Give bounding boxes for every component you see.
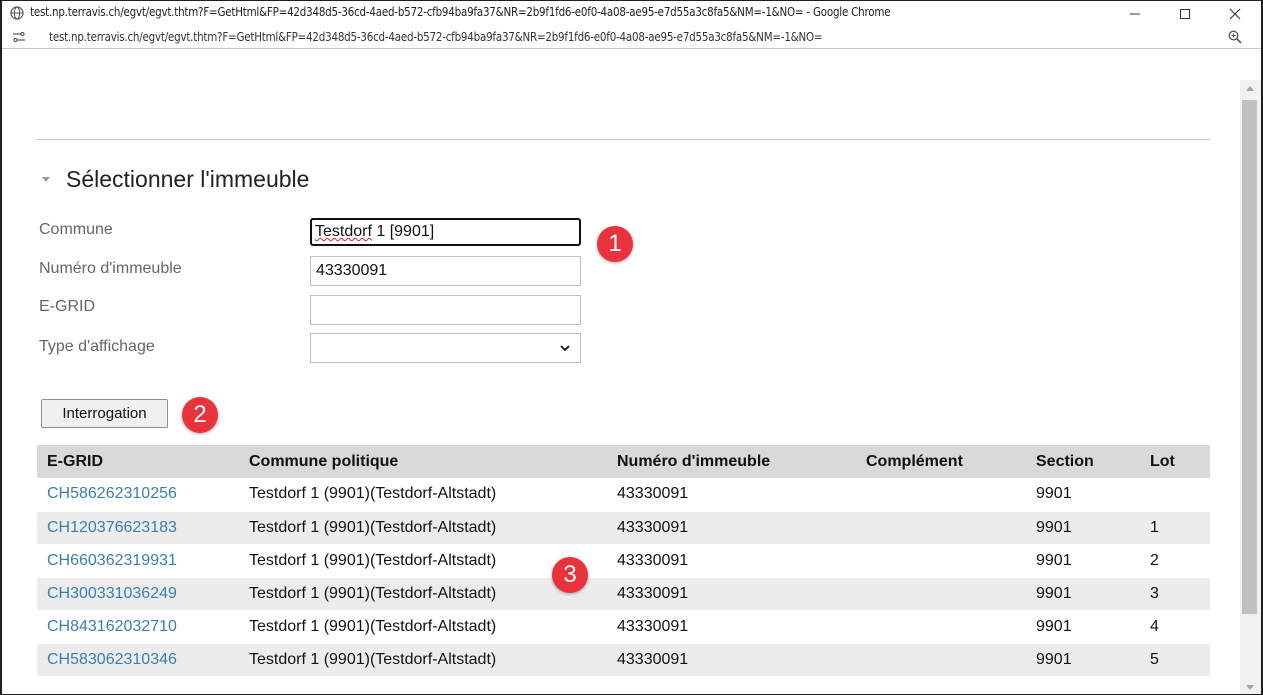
- numero-input[interactable]: 43330091: [310, 256, 581, 286]
- type-select[interactable]: [310, 333, 581, 363]
- site-settings-icon[interactable]: [12, 31, 26, 43]
- scroll-down-icon[interactable]: [1246, 685, 1254, 690]
- table-row[interactable]: CH583062310346 Testdorf 1 (9901)(Testdor…: [37, 643, 1210, 677]
- cell-numero: 43330091: [607, 544, 856, 578]
- section-title: Sélectionner l'immeuble: [66, 166, 310, 192]
- chevron-down-icon: [560, 345, 570, 352]
- egrid-input[interactable]: [310, 295, 581, 325]
- cell-commune: Testdorf 1 (9901)(Testdorf-Altstadt): [239, 511, 607, 545]
- interrogation-button[interactable]: Interrogation: [41, 399, 168, 428]
- commune-value-word: Testdorf: [315, 223, 372, 240]
- table-row[interactable]: CH843162032710 Testdorf 1 (9901)(Testdor…: [37, 610, 1210, 644]
- header-egrid[interactable]: E-GRID: [37, 445, 239, 478]
- page-content: Sélectionner l'immeuble Commune Testdorf…: [2, 80, 1240, 694]
- window-title: test.np.terravis.ch/egvt/egvt.thtm?F=Get…: [30, 5, 891, 19]
- cell-complement: [856, 610, 1026, 644]
- cell-numero: 43330091: [607, 511, 856, 545]
- header-section[interactable]: Section: [1026, 445, 1140, 478]
- table-header-row: E-GRID Commune politique Numéro d'immeub…: [37, 445, 1210, 478]
- type-label: Type d'affichage: [39, 338, 155, 355]
- zoom-icon[interactable]: [1228, 30, 1242, 44]
- vertical-scrollbar[interactable]: [1240, 80, 1261, 694]
- close-button[interactable]: [1212, 1, 1258, 27]
- numero-label: Numéro d'immeuble: [39, 260, 182, 277]
- address-bar: test.np.terravis.ch/egvt/egvt.thtm?F=Get…: [2, 25, 1261, 49]
- header-commune[interactable]: Commune politique: [239, 445, 607, 478]
- divider: [37, 139, 1210, 140]
- egrid-link[interactable]: CH120376623183: [37, 511, 239, 545]
- cell-lot: 1: [1140, 511, 1210, 545]
- cell-complement: [856, 478, 1026, 512]
- header-lot[interactable]: Lot: [1140, 445, 1210, 478]
- maximize-icon: [1180, 9, 1190, 19]
- egrid-link[interactable]: CH660362319931: [37, 544, 239, 578]
- cell-lot: 3: [1140, 577, 1210, 611]
- commune-value-rest: 1 [9901]: [371, 223, 435, 240]
- cell-complement: [856, 511, 1026, 545]
- egrid-link[interactable]: CH300331036249: [37, 577, 239, 611]
- egrid-link[interactable]: CH586262310256: [37, 478, 239, 512]
- table-row[interactable]: CH660362319931 Testdorf 1 (9901)(Testdor…: [37, 544, 1210, 578]
- cell-section: 9901: [1026, 511, 1140, 545]
- cell-lot: 5: [1140, 643, 1210, 677]
- table-row[interactable]: CH300331036249 Testdorf 1 (9901)(Testdor…: [37, 577, 1210, 611]
- title-row: test.np.terravis.ch/egvt/egvt.thtm?F=Get…: [2, 1, 1261, 25]
- cell-section: 9901: [1026, 544, 1140, 578]
- cell-section: 9901: [1026, 643, 1140, 677]
- cell-numero: 43330091: [607, 643, 856, 677]
- callout-badge-2: 2: [182, 397, 218, 433]
- results-table: E-GRID Commune politique Numéro d'immeub…: [37, 445, 1210, 677]
- cell-lot: 4: [1140, 610, 1210, 644]
- close-icon: [1229, 8, 1241, 20]
- collapse-triangle-icon[interactable]: [42, 177, 50, 182]
- scroll-thumb[interactable]: [1242, 100, 1257, 614]
- maximize-button[interactable]: [1162, 1, 1208, 27]
- cell-lot: [1140, 478, 1210, 512]
- cell-commune: Testdorf 1 (9901)(Testdorf-Altstadt): [239, 478, 607, 512]
- header-complement[interactable]: Complément: [856, 445, 1026, 478]
- header-numero[interactable]: Numéro d'immeuble: [607, 445, 856, 478]
- cell-commune: Testdorf 1 (9901)(Testdorf-Altstadt): [239, 643, 607, 677]
- cell-commune: Testdorf 1 (9901)(Testdorf-Altstadt): [239, 577, 607, 611]
- cell-complement: [856, 643, 1026, 677]
- section-header[interactable]: Sélectionner l'immeuble: [42, 166, 309, 193]
- commune-label: Commune: [39, 221, 113, 238]
- cell-complement: [856, 544, 1026, 578]
- cell-complement: [856, 577, 1026, 611]
- cell-lot: 2: [1140, 544, 1210, 578]
- egrid-link[interactable]: CH843162032710: [37, 610, 239, 644]
- cell-numero: 43330091: [607, 478, 856, 512]
- cell-commune: Testdorf 1 (9901)(Testdorf-Altstadt): [239, 610, 607, 644]
- cell-section: 9901: [1026, 478, 1140, 512]
- egrid-link[interactable]: CH583062310346: [37, 643, 239, 677]
- egrid-label: E-GRID: [39, 298, 95, 315]
- table-row[interactable]: CH120376623183 Testdorf 1 (9901)(Testdor…: [37, 511, 1210, 545]
- scroll-up-icon[interactable]: [1246, 86, 1254, 91]
- browser-window: test.np.terravis.ch/egvt/egvt.thtm?F=Get…: [0, 0, 1263, 695]
- minimize-icon: [1130, 13, 1140, 15]
- globe-icon: [10, 6, 24, 20]
- cell-section: 9901: [1026, 610, 1140, 644]
- cell-numero: 43330091: [607, 577, 856, 611]
- url-text[interactable]: test.np.terravis.ch/egvt/egvt.thtm?F=Get…: [49, 30, 823, 44]
- callout-badge-3: 3: [552, 557, 588, 593]
- minimize-button[interactable]: [1112, 1, 1158, 27]
- cell-numero: 43330091: [607, 610, 856, 644]
- table-row[interactable]: CH586262310256 Testdorf 1 (9901)(Testdor…: [37, 478, 1210, 512]
- commune-input[interactable]: Testdorf 1 [9901]: [310, 218, 581, 246]
- cell-section: 9901: [1026, 577, 1140, 611]
- title-bar: test.np.terravis.ch/egvt/egvt.thtm?F=Get…: [2, 1, 1261, 49]
- callout-badge-1: 1: [597, 226, 633, 262]
